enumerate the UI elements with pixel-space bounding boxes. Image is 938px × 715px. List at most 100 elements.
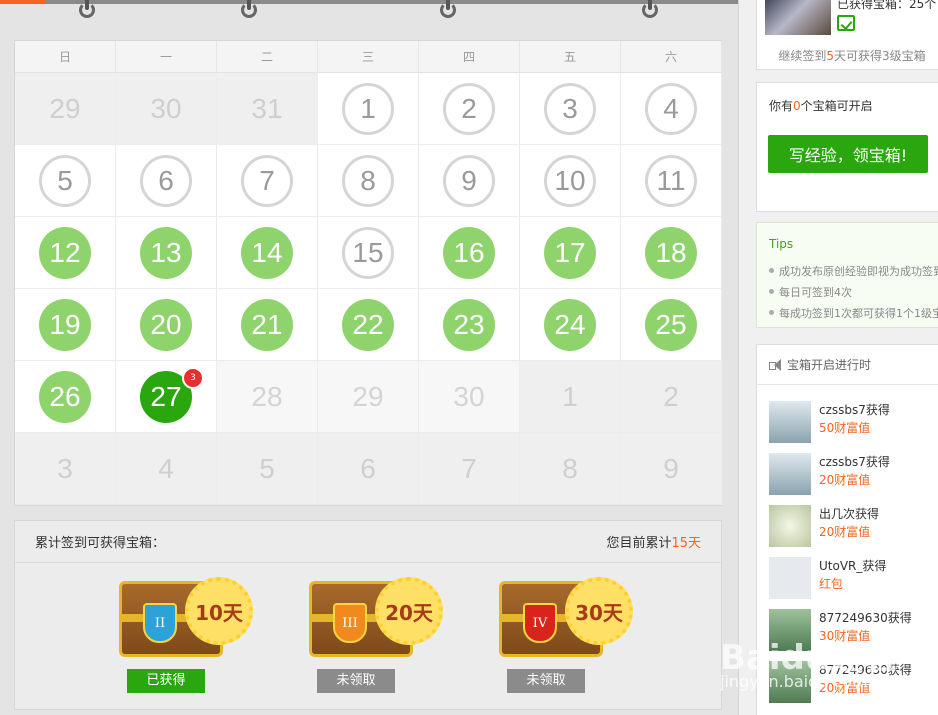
calendar-day[interactable]: 28 [217, 361, 318, 433]
day-number: 7 [461, 452, 477, 484]
day-number: 24 [544, 298, 596, 351]
day-number: 2 [443, 82, 495, 135]
binder-ring [78, 0, 96, 22]
day-number: 12 [39, 226, 91, 279]
feed-user[interactable]: czssbs7获得 [819, 453, 890, 470]
calendar-day[interactable]: 26 [15, 361, 116, 433]
day-number: 8 [342, 154, 394, 207]
day-number: 6 [360, 452, 376, 484]
calendar-day[interactable]: 8 [318, 145, 419, 217]
avatar[interactable] [765, 0, 831, 35]
open-prefix: 你有 [769, 99, 794, 113]
calendar: 日一二三四五六 29 30 31 1 2 3 4 5 6 7 8 9 10 11 12 13 14 15 16 17 1… [14, 40, 722, 506]
calendar-day: 8 [520, 433, 621, 505]
calendar-day[interactable]: 16 [419, 217, 520, 289]
calendar-day: 5 [217, 433, 318, 505]
top-strip [0, 0, 738, 4]
feed-user[interactable]: 877249630获得 [819, 609, 912, 626]
calendar-day[interactable]: 23 [419, 289, 520, 361]
calendar-day: 29 [15, 73, 116, 145]
calendar-day[interactable]: 24 [520, 289, 621, 361]
day-number: 31 [251, 92, 283, 124]
day-number: 28 [251, 380, 283, 412]
feed-user[interactable]: 出几次获得 [819, 505, 879, 522]
calendar-day[interactable]: 19 [15, 289, 116, 361]
chest-level-shield: II [143, 603, 177, 643]
feed-prize: 50财富值 [819, 421, 871, 435]
calendar-day[interactable]: 3 [520, 73, 621, 145]
write-experience-button[interactable]: 写经验，领宝箱! [768, 135, 928, 173]
open-suffix: 个宝箱可开启 [800, 99, 873, 113]
weekday-label: 日 [15, 41, 116, 73]
calendar-day[interactable]: 30 [419, 361, 520, 433]
user-avatar[interactable] [769, 401, 811, 443]
day-number: 13 [140, 226, 192, 279]
weekday-header: 日一二三四五六 [15, 41, 722, 73]
user-avatar[interactable] [769, 505, 811, 547]
day-number: 9 [443, 154, 495, 207]
day-number: 3 [57, 452, 73, 484]
feed-user[interactable]: czssbs7获得 [819, 401, 890, 418]
day-number: 4 [645, 82, 697, 135]
signin-count-badge: 3 [182, 367, 204, 389]
calendar-day: 7 [419, 433, 520, 505]
calendar-day[interactable]: 18 [621, 217, 722, 289]
treasure-chest[interactable]: III 20天 [309, 577, 449, 667]
treasure-chest[interactable]: II 10天 [119, 577, 259, 667]
chest-status-button[interactable]: 未领取 [317, 669, 395, 693]
day-number: 15 [342, 226, 394, 279]
day-number: 9 [663, 452, 679, 484]
calendar-day[interactable]: 10 [520, 145, 621, 217]
chest-days-badge: 30天 [565, 577, 633, 645]
calendar-day[interactable]: 25 [621, 289, 722, 361]
day-number: 6 [140, 154, 192, 207]
calendar-day[interactable]: 12 [15, 217, 116, 289]
calendar-day[interactable]: 9 [419, 145, 520, 217]
calendar-day: 4 [116, 433, 217, 505]
day-number: 23 [443, 298, 495, 351]
calendar-day[interactable]: 17 [520, 217, 621, 289]
calendar-day[interactable]: 4 [621, 73, 722, 145]
calendar-day[interactable]: 14 [217, 217, 318, 289]
calendar-day[interactable]: 5 [15, 145, 116, 217]
chest-status-button[interactable]: 未领取 [507, 669, 585, 693]
cumulative-label: 您目前累计 [606, 536, 672, 551]
feed-user[interactable]: UtoVR_获得 [819, 557, 886, 574]
chest-status-button[interactable]: 已获得 [127, 669, 205, 693]
continue-days: 5 [826, 49, 834, 63]
calendar-day[interactable]: 27 3 [116, 361, 217, 433]
cumulative-days: 您目前累计15天 [606, 532, 701, 551]
calendar-day[interactable]: 7 [217, 145, 318, 217]
calendar-day[interactable]: 29 [318, 361, 419, 433]
binder-ring [439, 0, 457, 22]
calendar-day[interactable]: 1 [318, 73, 419, 145]
chest-level-shield: III [333, 603, 367, 643]
day-number: 25 [645, 298, 697, 351]
continue-prefix: 继续签到 [778, 49, 827, 63]
feed-title: 宝箱开启进行时 [787, 358, 872, 372]
day-number: 26 [39, 370, 91, 423]
open-chest-panel: 你有0个宝箱可开启 写经验，领宝箱! [756, 82, 938, 212]
calendar-day[interactable]: 2 [419, 73, 520, 145]
day-number: 5 [259, 452, 275, 484]
user-avatar[interactable] [769, 453, 811, 495]
calendar-day[interactable]: 11 [621, 145, 722, 217]
tips-list: 成功发布原创经验即视为成功签到 每日可签到4次 每成功签到1次都可获得1个1级宝箱 [769, 263, 938, 326]
calendar-day[interactable]: 22 [318, 289, 419, 361]
rewards-title: 累计签到可获得宝箱： [35, 536, 166, 551]
day-number: 17 [544, 226, 596, 279]
treasure-chest[interactable]: IV 30天 [499, 577, 639, 667]
rewards-panel: 累计签到可获得宝箱： 您目前累计15天 II 10天 已获得 III 20天 未领取 IV 3… [14, 520, 722, 710]
calendar-day[interactable]: 21 [217, 289, 318, 361]
continue-suffix: 天可获得3级宝箱 [834, 49, 926, 63]
day-number: 1 [562, 380, 578, 412]
tips-panel: Tips 成功发布原创经验即视为成功签到 每日可签到4次 每成功签到1次都可获得1个… [756, 222, 938, 328]
calendar-day[interactable]: 13 [116, 217, 217, 289]
day-number: 4 [158, 452, 174, 484]
calendar-day[interactable]: 15 [318, 217, 419, 289]
calendar-day[interactable]: 6 [116, 145, 217, 217]
open-count: 0 [793, 99, 801, 113]
calendar-day[interactable]: 20 [116, 289, 217, 361]
checkin-page: { "weekdays": ["日","一","二","三","四","五","… [0, 0, 938, 715]
user-avatar[interactable] [769, 557, 811, 599]
